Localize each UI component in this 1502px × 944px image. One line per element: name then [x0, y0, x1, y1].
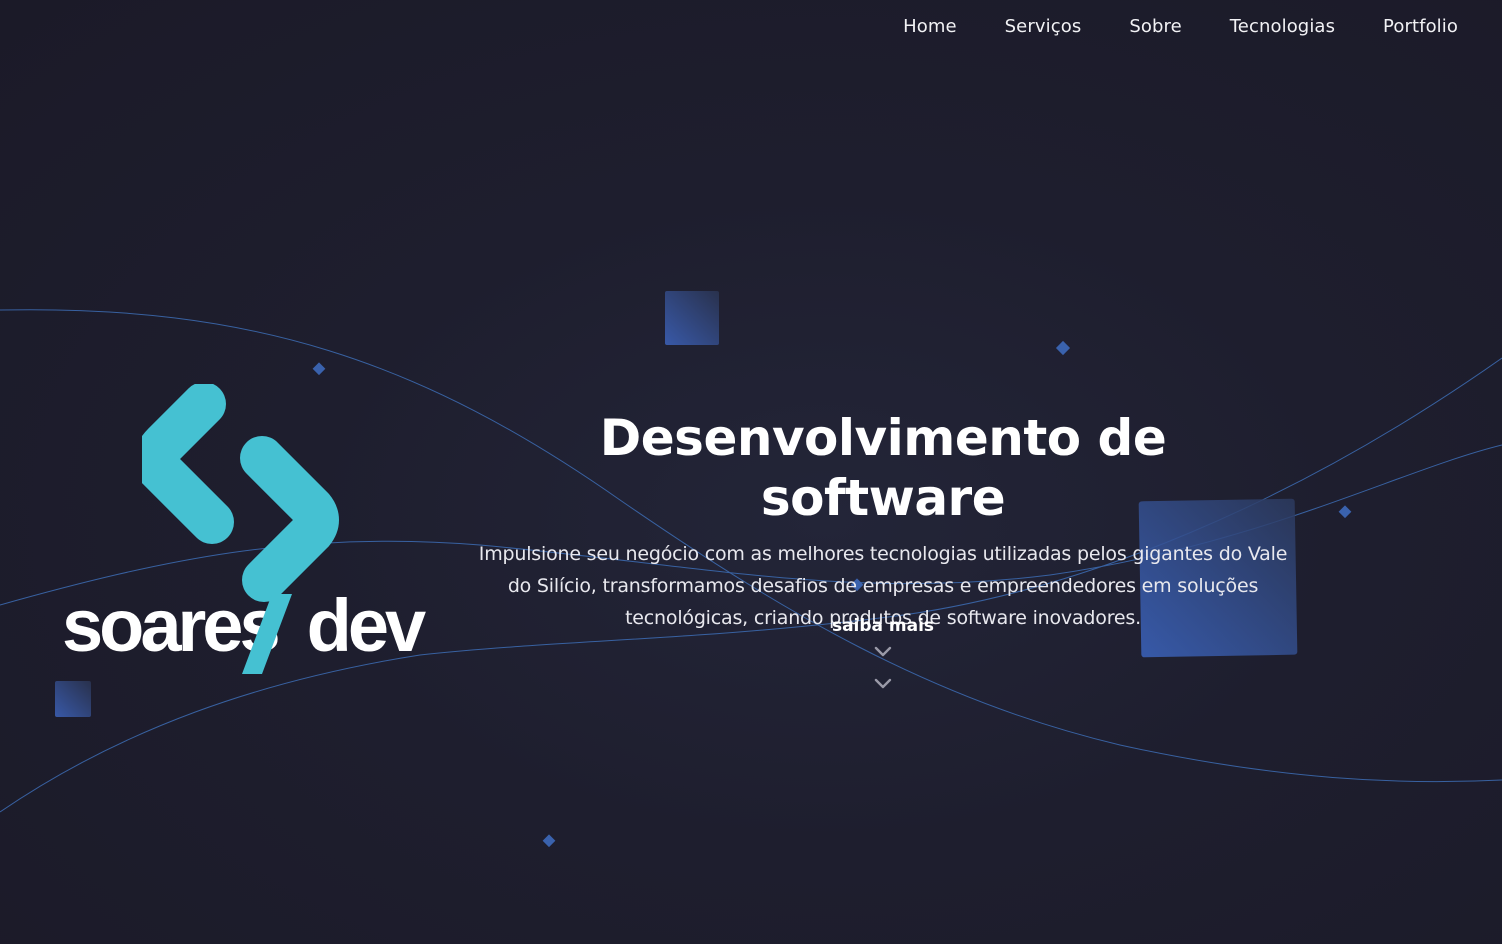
cube-1: [665, 291, 719, 345]
main-nav: Home Serviços Sobre Tecnologias Portfoli…: [903, 14, 1458, 40]
cube-2: [55, 681, 91, 717]
nav-servicos[interactable]: Serviços: [1005, 14, 1082, 40]
dot-4: [1338, 505, 1352, 519]
saiba-mais-label: saiba mais: [831, 616, 935, 636]
hero-page: Home Serviços Sobre Tecnologias Portfoli…: [0, 0, 1502, 944]
saiba-mais-button[interactable]: saiba mais: [832, 614, 934, 690]
logo-slash-icon: [242, 594, 292, 674]
logo-text-dev: dev: [306, 584, 426, 667]
hero-title: Desenvolvimento de software: [599, 409, 1167, 527]
chevron-down-icon: [874, 646, 892, 657]
dot-2: [1055, 340, 1071, 356]
brand-logo[interactable]: soares dev: [62, 384, 426, 674]
chevron-down-icon: [874, 678, 892, 689]
nav-sobre[interactable]: Sobre: [1129, 14, 1181, 40]
nav-home[interactable]: Home: [903, 14, 957, 40]
dot-5: [542, 834, 556, 848]
dot-1: [312, 362, 326, 376]
logo-mark-icon: [142, 384, 339, 602]
nav-tecnologias[interactable]: Tecnologias: [1230, 14, 1335, 40]
nav-portfolio[interactable]: Portfolio: [1383, 14, 1458, 40]
hero-section: Desenvolvimento de software Impulsione s…: [470, 408, 1296, 634]
